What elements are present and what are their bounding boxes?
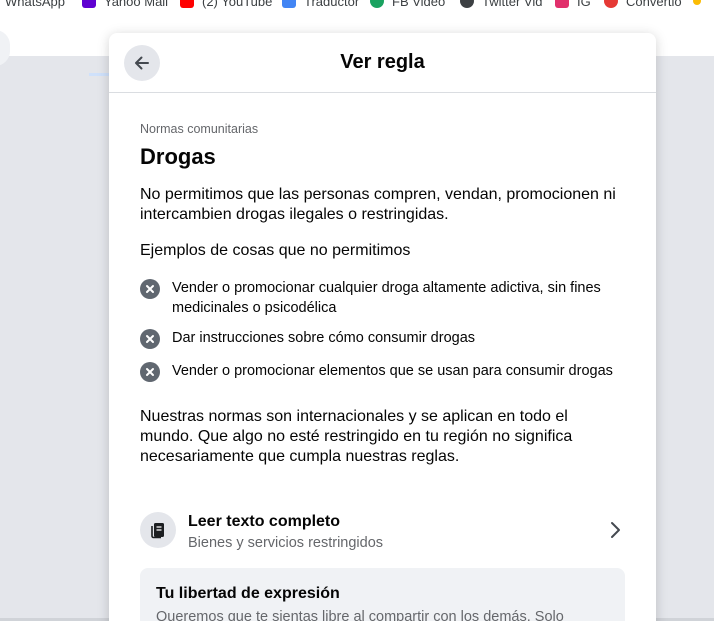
bookmark-label: Convertio [626,0,682,9]
close-circle-icon [140,279,160,299]
translate-icon [282,0,296,8]
read-full-text-link[interactable]: Leer texto completo Bienes y servicios r… [140,508,625,556]
bookmark-twitter-vid[interactable]: Twitter Vid [460,0,542,9]
rule-category: Normas comunitarias [140,122,259,136]
yahoo-mail-icon [82,0,96,8]
bookmark-whatsapp[interactable]: WhatsApp [5,0,65,9]
bookmark-convertio[interactable]: Convertio [604,0,682,9]
example-text: Vender o promocionar cualquier droga alt… [172,280,601,316]
rule-dialog: Ver regla Normas comunitarias Drogas No … [109,33,656,621]
fb-video-icon [370,0,384,8]
rule-intro: No permitimos que las personas compren, … [140,186,616,223]
instagram-icon [555,0,569,8]
bookmark-yahoo-mail[interactable]: Yahoo Mail [82,0,168,9]
bookmark-extra[interactable] [693,0,709,9]
bookmark-label: Yahoo Mail [104,0,169,9]
freedom-of-expression-card: Tu libertad de expresión Queremos que te… [140,568,625,621]
convertio-icon [604,0,618,8]
close-circle-icon [140,329,160,349]
example-text: Dar instrucciones sobre cómo consumir dr… [172,330,476,346]
bookmark-label: Twitter Vid [482,0,543,9]
bookmark-traductor[interactable]: Traductor [282,0,359,9]
document-icon [140,512,176,548]
bookmarks-bar: WhatsApp Yahoo Mail (2) YouTube Traducto… [0,0,714,10]
rule-outro: Nuestras normas son internacionales y se… [140,408,573,465]
close-circle-icon [140,362,160,382]
example-item: Vender o promocionar elementos que se us… [140,361,625,382]
bookmark-label: WhatsApp [5,0,65,9]
dialog-title: Ver regla [340,51,425,73]
examples-title: Ejemplos de cosas que no permitimos [140,242,411,259]
chevron-right-icon [611,522,620,538]
youtube-icon [180,0,194,8]
rule-heading: Drogas [140,144,216,169]
link-subtitle: Bienes y servicios restringidos [188,535,384,551]
freedom-title: Tu libertad de expresión [156,585,340,602]
link-title: Leer texto completo [188,513,341,530]
bookmark-label: Traductor [304,0,360,9]
example-text: Vender o promocionar elementos que se us… [172,363,613,379]
bookmark-label: FB Video [392,0,446,9]
bookmark-youtube[interactable]: (2) YouTube [180,0,272,9]
bookmark-fb-video[interactable]: FB Video [370,0,445,9]
example-item: Dar instrucciones sobre cómo consumir dr… [140,328,625,349]
bookmark-ig[interactable]: IG [555,0,591,9]
twitter-vid-icon [460,0,474,8]
extra-bookmark-icon [693,0,701,5]
bookmark-label: IG [577,0,591,9]
bookmark-label: (2) YouTube [202,0,273,9]
example-item: Vender o promocionar cualquier droga alt… [140,278,625,318]
dialog-header: Ver regla [109,33,656,93]
freedom-text: Queremos que te sientas libre al compart… [156,609,564,621]
